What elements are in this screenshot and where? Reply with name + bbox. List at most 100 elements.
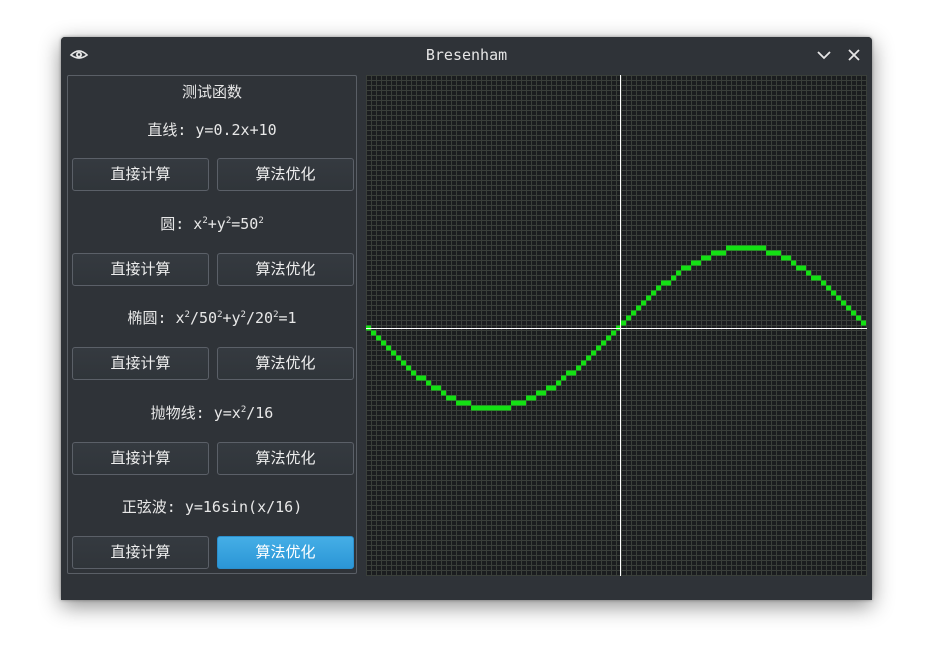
curve-pixel: [841, 300, 846, 306]
curve-pixel: [686, 265, 691, 271]
parabola-optimized-button[interactable]: 算法优化: [217, 442, 354, 475]
curve-pixel: [506, 405, 511, 411]
curve-pixel: [451, 395, 456, 401]
curve-pixel: [776, 250, 781, 256]
curve-pixel: [651, 290, 656, 296]
curve-pixel: [701, 255, 706, 261]
curve-pixel: [611, 330, 616, 336]
curve-pixel: [636, 305, 641, 311]
circle-direct-button[interactable]: 直接计算: [72, 253, 209, 286]
curve-pixel: [591, 350, 596, 356]
curve-pixel: [441, 390, 446, 396]
curve-pixel: [691, 260, 696, 266]
sine-function-label: 正弦波: y=16sin(x/16): [121, 498, 303, 516]
curve-pixel: [666, 280, 671, 286]
curve-pixel: [736, 245, 741, 251]
curve-pixel: [641, 300, 646, 306]
curve-pixel: [806, 270, 811, 276]
curve-pixel: [516, 400, 521, 406]
curve-pixel: [721, 250, 726, 256]
curve-pixel: [821, 280, 826, 286]
curve-pixel: [526, 395, 531, 401]
chevron-down-icon[interactable]: [815, 46, 833, 64]
window-title: Bresenham: [425, 46, 508, 64]
curve-pixel: [566, 370, 571, 376]
curve-pixel: [596, 345, 601, 351]
curve-pixel: [621, 320, 626, 326]
curve-pixel: [801, 265, 806, 271]
sine-optimized-button[interactable]: 算法优化: [217, 536, 354, 569]
curve-pixel: [491, 405, 496, 411]
curve-pixel: [836, 295, 841, 301]
curve-pixel: [671, 275, 676, 281]
raster-canvas[interactable]: [366, 75, 867, 576]
title-bar[interactable]: Bresenham: [61, 37, 872, 73]
test-function-panel: 测试函数 直线: y=0.2x+10 直接计算 算法优化 圆: x2+y2=50…: [67, 75, 357, 574]
parabola-direct-button[interactable]: 直接计算: [72, 442, 209, 475]
curve-pixel: [786, 255, 791, 261]
curve-pixel: [771, 250, 776, 256]
curve-pixel: [756, 245, 761, 251]
curve-pixel: [426, 380, 431, 386]
curve-pixel: [476, 405, 481, 411]
curve-pixel: [546, 385, 551, 391]
line-function-label: 直线: y=0.2x+10: [147, 121, 277, 139]
curve-pixel: [571, 370, 576, 376]
curve-pixel: [751, 245, 756, 251]
curve-pixel: [581, 360, 586, 366]
curve-pixel: [391, 350, 396, 356]
curve-pixel: [631, 310, 636, 316]
curve-pixel: [706, 255, 711, 261]
curve-pixel: [661, 280, 666, 286]
curve-pixel: [416, 375, 421, 381]
curve-pixel: [456, 400, 461, 406]
curve-pixel: [816, 275, 821, 281]
curve-pixel: [791, 260, 796, 266]
curve-pixel: [421, 375, 426, 381]
curve-pixel: [481, 405, 486, 411]
curve-pixel: [556, 380, 561, 386]
curve-pixel: [561, 375, 566, 381]
curve-pixel: [646, 295, 651, 301]
curve-pixel: [486, 405, 491, 411]
curve-pixel: [696, 260, 701, 266]
ellipse-function-label: 椭圆: x2/502+y2/202=1: [127, 309, 297, 327]
curve-pixel: [796, 265, 801, 271]
curve-pixel: [711, 250, 716, 256]
pixel-grid-plot: [366, 75, 867, 576]
ellipse-optimized-button[interactable]: 算法优化: [217, 347, 354, 380]
curve-pixel: [586, 355, 591, 361]
circle-function-label: 圆: x2+y2=502: [160, 215, 264, 233]
curve-pixel: [401, 360, 406, 366]
circle-optimized-button[interactable]: 算法优化: [217, 253, 354, 286]
curve-pixel: [746, 245, 751, 251]
curve-pixel: [656, 285, 661, 291]
line-optimized-button[interactable]: 算法优化: [217, 158, 354, 191]
curve-pixel: [716, 250, 721, 256]
curve-pixel: [396, 355, 401, 361]
curve-pixel: [811, 275, 816, 281]
curve-pixel: [551, 385, 556, 391]
curve-pixel: [521, 400, 526, 406]
curve-pixel: [536, 390, 541, 396]
line-direct-button[interactable]: 直接计算: [72, 158, 209, 191]
curve-pixel: [471, 405, 476, 411]
curve-pixel: [676, 270, 681, 276]
close-icon[interactable]: [845, 46, 863, 64]
curve-pixel: [371, 330, 376, 336]
curve-pixel: [761, 245, 766, 251]
ellipse-direct-button[interactable]: 直接计算: [72, 347, 209, 380]
sine-direct-button[interactable]: 直接计算: [72, 536, 209, 569]
curve-pixel: [541, 390, 546, 396]
curve-pixel: [626, 315, 631, 321]
curve-pixel: [381, 340, 386, 346]
curve-pixel: [831, 290, 836, 296]
curve-pixel: [766, 250, 771, 256]
curve-pixel: [446, 395, 451, 401]
curve-pixel: [856, 315, 861, 321]
curve-pixel: [496, 405, 501, 411]
curve-pixel: [741, 245, 746, 251]
bresenham-window: Bresenham 测试函数 直线: y=0.2x+10 直接计算 算法优化 圆…: [61, 37, 872, 600]
curve-pixel: [731, 245, 736, 251]
curve-pixel: [511, 400, 516, 406]
